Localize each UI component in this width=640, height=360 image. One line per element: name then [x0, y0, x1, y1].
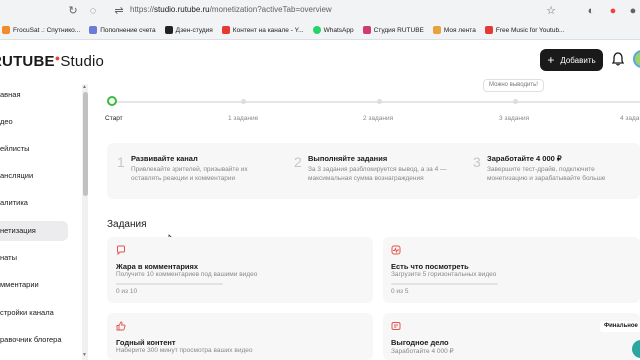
- bookmark-favicon: [312, 26, 321, 34]
- bookmark-label: Студия RUTUBE: [373, 26, 424, 34]
- step-label-3: 3 задания: [499, 115, 530, 122]
- bookmark-label: Free Music for Youtub...: [495, 26, 565, 34]
- bookmark-6[interactable]: Студия RUTUBE: [362, 26, 424, 34]
- progress-step-dot: [513, 99, 518, 104]
- bookmark-3[interactable]: Дзен-студия: [164, 26, 213, 34]
- logo-main: RUTUBE: [0, 53, 55, 70]
- bookmark-favicon: [484, 26, 493, 34]
- sidebar: авная део ейлисты ансляции алитика нетиз…: [0, 82, 80, 360]
- url-prefix: https://: [130, 5, 155, 14]
- info-text: За 3 задания разблокируется вывод, а за …: [308, 166, 447, 182]
- task-title: Годный контент: [116, 338, 176, 347]
- url-path: /monetization?activeTab=overview: [209, 5, 332, 14]
- address-bar-row: ↻ ◌ ⇌ https://studio.rutube.ru/monetizat…: [0, 0, 640, 22]
- info-number: 3: [473, 154, 481, 170]
- logo-sub: Studio: [60, 53, 105, 70]
- sidebar-item-blogger-guide[interactable]: равочник блогера: [0, 330, 68, 350]
- reload-icon[interactable]: ↻: [66, 4, 80, 18]
- info-title: Выполняйте задания: [308, 154, 388, 163]
- step-label-2: 2 задания: [363, 115, 394, 122]
- progress-track: [112, 101, 640, 103]
- site-info-icon[interactable]: ◌: [86, 4, 100, 18]
- sidebar-item-comments[interactable]: мментарии: [0, 275, 68, 295]
- progress-step-start: [107, 96, 117, 106]
- progress-step-dot: [241, 99, 246, 104]
- bookmark-favicon: [221, 26, 230, 34]
- task-count: 0 из 5: [391, 288, 409, 295]
- bookmark-label: Моя лента: [443, 26, 476, 34]
- info-number: 1: [117, 154, 125, 170]
- thumbs-up-icon: [116, 321, 126, 331]
- task-description: Наберите 300 минут просмотра ваших видео: [116, 347, 253, 354]
- bookmark-label: Пополнение счета: [100, 26, 156, 34]
- info-text: Привлекайте зрителей, призывайте их оста…: [131, 166, 248, 182]
- bookmark-5[interactable]: WhatsApp: [312, 26, 354, 34]
- url-field[interactable]: https://studio.rutube.ru/monetization?ac…: [130, 5, 332, 14]
- sidebar-item-broadcasts[interactable]: ансляции: [0, 166, 68, 186]
- scroll-down-icon[interactable]: ▼: [82, 352, 87, 358]
- bookmark-label: FrocuSat .: Спутнико...: [13, 26, 81, 34]
- sidebar-item-main[interactable]: авная: [0, 85, 68, 105]
- bookmark-favicon: [362, 26, 371, 34]
- browser-chrome: ↻ ◌ ⇌ https://studio.rutube.ru/monetizat…: [0, 0, 640, 40]
- task-title: Есть что посмотреть: [391, 262, 469, 271]
- task-progress-bar: [391, 283, 498, 285]
- bookmarks-bar: FrocuSat .: Спутнико... Пополнение счета…: [0, 22, 640, 38]
- sidebar-item-video[interactable]: део: [0, 112, 68, 132]
- add-button-label: Добавить: [560, 55, 596, 65]
- bookmark-label: WhatsApp: [323, 26, 354, 34]
- sidebar-scrollbar-thumb[interactable]: [83, 92, 88, 196]
- bookmark-favicon: [164, 26, 173, 34]
- wallet-icon: [391, 322, 401, 330]
- task-title: Выгодное дело: [391, 338, 449, 347]
- bookmark-7[interactable]: Моя лента: [432, 26, 476, 34]
- bookmark-1[interactable]: FrocuSat .: Спутнико...: [2, 26, 80, 34]
- task-description: Заработайте 4 000 ₽: [391, 348, 454, 355]
- star-icon[interactable]: ☆: [544, 4, 558, 18]
- tune-icon[interactable]: ⇌: [112, 4, 126, 18]
- rutube-studio-logo[interactable]: RUTUBE●Studio: [0, 53, 104, 70]
- step-label-1: 1 задание: [228, 115, 259, 122]
- sidebar-item-playlists[interactable]: ейлисты: [0, 139, 68, 159]
- sidebar-item-channel-settings[interactable]: стройки канала: [0, 303, 68, 323]
- pulse-icon: [391, 245, 401, 255]
- chat-bubble-icon: [117, 245, 125, 255]
- step-label-start: Старт: [105, 115, 123, 122]
- bookmark-favicon: [432, 26, 441, 34]
- tasks-heading: Задания: [107, 219, 147, 230]
- scroll-up-icon[interactable]: ▲: [82, 84, 87, 90]
- task-title: Жара в комментариях: [116, 262, 199, 271]
- info-title: Заработайте 4 000 ₽: [487, 154, 562, 163]
- task-progress-bar: [116, 283, 223, 285]
- bookmark-label: Дзен-студия: [175, 26, 213, 34]
- bookmark-label: Контент на канале - Y...: [232, 26, 304, 34]
- bookmark-favicon: [2, 26, 10, 34]
- bookmark-4[interactable]: Контент на канале - Y...: [221, 26, 304, 34]
- extension-icon[interactable]: ◐: [584, 4, 598, 18]
- plus-icon: +: [547, 53, 555, 67]
- sidebar-item-analytics[interactable]: алитика: [0, 193, 68, 213]
- task-count: 0 из 10: [116, 288, 138, 295]
- bell-icon[interactable]: [612, 52, 624, 66]
- bookmark-2[interactable]: Пополнение счета: [89, 26, 156, 34]
- info-text: Завершите тест-драйв, подключите монетиз…: [487, 166, 606, 182]
- task-description: Загрузите 5 горизонтальных видео: [391, 271, 497, 278]
- step-label-4: 4 зада: [620, 115, 640, 122]
- sidebar-item-donations[interactable]: наты: [0, 248, 68, 268]
- withdraw-tooltip: Можно выводить!: [483, 79, 544, 92]
- profile-icon[interactable]: ●: [626, 4, 640, 18]
- url-host: studio.rutube.ru: [154, 5, 210, 14]
- add-button[interactable]: + Добавить: [540, 49, 603, 71]
- info-title: Развивайте канал: [131, 154, 198, 163]
- final-badge: Финальное: [600, 321, 640, 332]
- task-description: Получите 10 комментариев под вашими виде…: [116, 271, 258, 278]
- bookmark-8[interactable]: Free Music for Youtub...: [484, 26, 565, 34]
- sidebar-item-monetization[interactable]: нетизация: [0, 221, 68, 241]
- extension-red-icon[interactable]: ●: [606, 4, 620, 18]
- info-number: 2: [294, 154, 302, 170]
- progress-step-dot: [377, 99, 382, 104]
- bookmark-favicon: [89, 26, 98, 34]
